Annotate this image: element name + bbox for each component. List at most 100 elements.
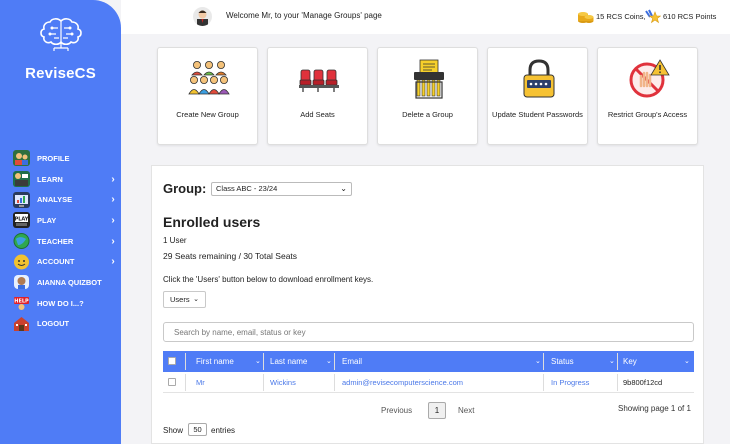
- column-divider: [617, 353, 618, 370]
- sidebar-item-teacher[interactable]: TEACHER ›: [13, 231, 118, 252]
- sort-icon[interactable]: ⌄: [255, 351, 261, 372]
- chevron-right-icon: ›: [111, 214, 115, 226]
- sort-icon[interactable]: ⌄: [326, 351, 332, 372]
- avatar-icon: [197, 10, 208, 26]
- users-button-label: Users: [170, 295, 190, 304]
- next-page-button[interactable]: Next: [458, 406, 474, 415]
- avatar[interactable]: [193, 7, 212, 26]
- column-divider: [334, 374, 335, 391]
- sidebar-item-label: HOW DO I...?: [37, 298, 84, 308]
- enrolled-users-panel: Group: Class ABC - 23/24 ⌄ Enrolled user…: [151, 165, 704, 444]
- card-label: Create New Group: [176, 110, 239, 119]
- sidebar: ReviseCS PROFILE LEARN › ANALYSE › PLAY …: [0, 0, 121, 444]
- padlock-icon: [523, 59, 555, 98]
- people-group-icon: [188, 61, 230, 95]
- column-divider: [334, 353, 335, 370]
- seats-icon: [299, 69, 339, 92]
- sidebar-item-logout[interactable]: LOGOUT: [13, 314, 118, 335]
- column-divider: [543, 353, 544, 370]
- column-divider: [185, 353, 186, 370]
- table-header: First name ⌄ Last name ⌄ Email ⌄ Status …: [163, 351, 694, 372]
- brand-name: ReviseCS: [25, 65, 96, 82]
- table-row: Mr Wickins admin@revisecomputerscience.c…: [163, 372, 694, 393]
- group-select-value: Class ABC - 23/24: [216, 184, 278, 193]
- profile-icon: [13, 150, 30, 167]
- cell-email[interactable]: admin@revisecomputerscience.com: [342, 372, 463, 393]
- column-divider: [617, 374, 618, 391]
- group-label: Group:: [163, 181, 207, 196]
- cell-last-name[interactable]: Wickins: [270, 372, 296, 393]
- sidebar-item-analyse[interactable]: ANALYSE ›: [13, 189, 118, 210]
- column-header-email[interactable]: Email: [342, 351, 362, 372]
- cell-status[interactable]: In Progress: [551, 372, 589, 393]
- svg-text:PLAY: PLAY: [15, 217, 29, 223]
- seats-summary: 29 Seats remaining / 30 Total Seats: [163, 251, 298, 261]
- sidebar-item-label: LEARN: [37, 174, 63, 184]
- column-header-status[interactable]: Status: [551, 351, 574, 372]
- select-all-checkbox[interactable]: [168, 357, 176, 365]
- cell-key: 9b800f12cd: [623, 378, 663, 387]
- points-count: 610 RCS Points: [663, 12, 717, 21]
- cell-first-name[interactable]: Mr: [196, 372, 205, 393]
- delete-group-card[interactable]: Delete a Group: [377, 47, 478, 145]
- column-divider: [543, 374, 544, 391]
- sidebar-item-play[interactable]: PLAY PLAY ›: [13, 210, 118, 231]
- sidebar-item-quizbot[interactable]: AIANNA QUIZBOT: [13, 272, 118, 293]
- card-label: Restrict Group's Access: [607, 110, 688, 119]
- welcome-message: Welcome Mr, to your 'Manage Groups' page: [226, 11, 382, 20]
- sidebar-item-help[interactable]: HELP HOW DO I...?: [13, 293, 118, 314]
- page-number-button[interactable]: 1: [428, 402, 446, 419]
- column-header-key[interactable]: Key: [623, 351, 637, 372]
- logout-icon: [14, 316, 29, 331]
- card-label: Add Seats: [300, 110, 335, 119]
- analyse-icon: [13, 191, 30, 208]
- column-divider: [263, 353, 264, 370]
- column-divider: [185, 374, 186, 391]
- svg-text:HELP: HELP: [14, 299, 29, 305]
- restrict-access-card[interactable]: Restrict Group's Access: [597, 47, 698, 145]
- chevron-down-icon: ⌄: [340, 184, 347, 193]
- teacher-icon: [13, 233, 30, 250]
- previous-page-button[interactable]: Previous: [381, 406, 412, 415]
- add-seats-card[interactable]: Add Seats: [267, 47, 368, 145]
- group-select[interactable]: Class ABC - 23/24 ⌄: [211, 182, 352, 196]
- sidebar-item-learn[interactable]: LEARN ›: [13, 169, 118, 190]
- entries-label: entries: [211, 426, 236, 435]
- show-label: Show: [163, 426, 184, 435]
- sort-icon[interactable]: ⌄: [684, 351, 690, 372]
- sidebar-item-label: AIANNA QUIZBOT: [37, 277, 102, 287]
- users-dropdown-button[interactable]: Users ⌄: [163, 291, 206, 308]
- download-keys-info: Click the 'Users' button below to downlo…: [163, 275, 374, 284]
- chevron-down-icon: ⌄: [193, 296, 199, 303]
- sidebar-item-label: PROFILE: [37, 153, 70, 163]
- sidebar-item-label: ANALYSE: [37, 195, 73, 205]
- user-count: 1 User: [163, 236, 187, 245]
- card-label: Delete a Group: [402, 110, 453, 119]
- chevron-right-icon: ›: [111, 235, 115, 247]
- search-input[interactable]: [163, 322, 694, 342]
- account-icon: [14, 254, 29, 270]
- play-icon: PLAY: [13, 212, 30, 229]
- update-passwords-card[interactable]: Update Student Passwords: [487, 47, 588, 145]
- chevron-right-icon: ›: [111, 256, 115, 268]
- sidebar-item-profile[interactable]: PROFILE: [13, 148, 118, 169]
- sidebar-nav: PROFILE LEARN › ANALYSE › PLAY PLAY › TE…: [13, 148, 118, 334]
- help-icon: HELP: [14, 297, 29, 311]
- sidebar-item-account[interactable]: ACCOUNT ›: [13, 251, 118, 272]
- top-bar: Welcome Mr, to your 'Manage Groups' page…: [121, 0, 730, 34]
- column-header-first-name[interactable]: First name: [196, 351, 234, 372]
- sidebar-item-label: LOGOUT: [37, 319, 70, 329]
- coins-count: 15 RCS Coins,: [596, 12, 646, 21]
- sort-icon[interactable]: ⌄: [609, 351, 615, 372]
- create-group-card[interactable]: Create New Group: [157, 47, 258, 145]
- sidebar-item-label: PLAY: [37, 215, 57, 225]
- sort-icon[interactable]: ⌄: [535, 351, 541, 372]
- column-header-last-name[interactable]: Last name: [270, 351, 307, 372]
- row-checkbox[interactable]: [168, 378, 176, 386]
- points-star-icon: [645, 9, 661, 24]
- sidebar-item-label: TEACHER: [37, 236, 74, 246]
- sidebar-item-label: ACCOUNT: [37, 257, 75, 267]
- entries-per-page-select[interactable]: 50: [188, 423, 207, 436]
- enrolled-users-title: Enrolled users: [163, 214, 261, 230]
- coins-icon: [578, 12, 594, 23]
